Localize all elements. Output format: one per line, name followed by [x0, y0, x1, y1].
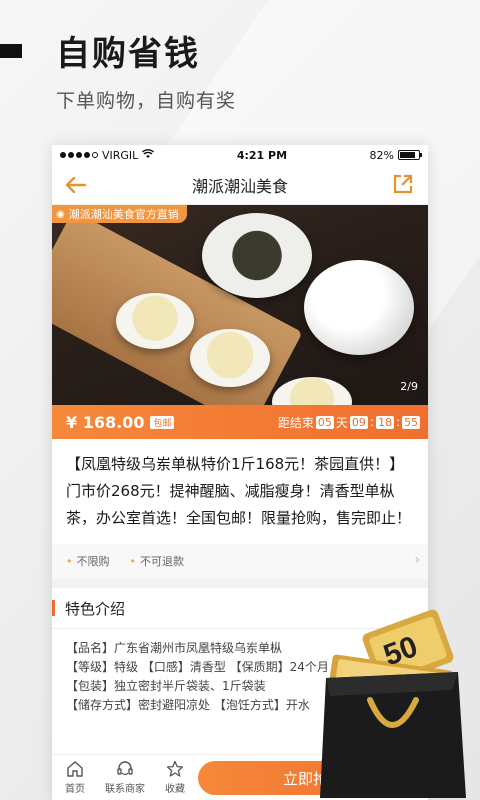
free-shipping-badge: 包邮 — [150, 415, 175, 429]
chevron-right-icon: › — [414, 552, 420, 568]
status-bar: VIRGIL 4:21 PM 82% — [52, 145, 428, 165]
countdown-label: 距结束 — [277, 415, 314, 430]
price-bar: ¥ 168.00 包邮 距结束 05 天 09 : 18 : 55 — [52, 405, 428, 439]
product-image-carousel[interactable]: ◉ 潮派潮汕美食官方直销 2/9 — [52, 205, 428, 405]
rule-tag: 不限购 — [66, 553, 110, 569]
share-icon[interactable] — [392, 173, 416, 197]
shop-tag: ◉ 潮派潮汕美食官方直销 — [52, 205, 187, 223]
tea-cup — [272, 377, 352, 405]
headset-icon — [117, 761, 133, 776]
product-description: 【凤凰特级乌岽单枞特价1斤168元！茶园直供！】门市价268元！提神醒脑、减脂瘦… — [66, 455, 412, 527]
shop-tag-label: 潮派潮汕美食官方直销 — [68, 208, 179, 221]
image-counter: 2/9 — [400, 380, 418, 393]
battery-percent: 82% — [369, 148, 394, 162]
page-title: 潮派潮汕美食 — [191, 176, 288, 196]
countdown-seconds: 55 — [402, 415, 420, 429]
countdown-days-unit: 天 — [335, 415, 348, 430]
section-marker — [52, 600, 55, 616]
countdown-hours: 09 — [349, 415, 368, 429]
wifi-icon — [142, 148, 155, 162]
feature-heading: 特色介绍 — [65, 599, 126, 618]
price-value: ¥ 168.00 — [66, 412, 145, 432]
home-icon — [67, 761, 83, 777]
tea-cup — [116, 293, 194, 349]
home-label: 首页 — [65, 784, 85, 795]
battery-icon — [398, 150, 422, 160]
contact-label: 联系商家 — [105, 784, 145, 795]
rule-tag: 不可退款 — [130, 553, 184, 569]
countdown-separator: : — [369, 415, 374, 429]
home-tab[interactable]: 首页 — [52, 760, 98, 795]
countdown-minutes: 18 — [375, 415, 394, 429]
section-divider — [52, 578, 428, 588]
tea-cup — [190, 329, 270, 387]
status-time: 4:21 PM — [236, 148, 288, 162]
star-icon — [166, 760, 184, 777]
gaiwan-cup — [304, 260, 414, 355]
contact-seller-tab[interactable]: 联系商家 — [98, 760, 152, 795]
decorative-bar — [0, 44, 22, 58]
countdown-timer: 距结束 05 天 09 : 18 : 55 — [278, 414, 420, 431]
favorite-tab[interactable]: 收藏 — [152, 760, 198, 795]
promo-title: 自购省钱 — [56, 34, 200, 74]
signal-icon — [60, 152, 98, 158]
shop-icon: ◉ — [56, 208, 65, 220]
purchase-rules-row[interactable]: 不限购 不可退款 › — [52, 544, 428, 578]
countdown-days: 05 — [315, 415, 334, 429]
nav-bar: 潮派潮汕美食 — [52, 165, 428, 205]
carrier-name: VIRGIL — [102, 148, 139, 162]
favorite-label: 收藏 — [165, 784, 185, 795]
back-icon[interactable] — [64, 173, 88, 197]
tea-leaf-plate — [202, 213, 312, 298]
countdown-separator: : — [395, 415, 400, 429]
promo-subtitle: 下单购物，自购有奖 — [56, 90, 237, 112]
shopping-bag-graphic: 50 — [320, 609, 466, 798]
